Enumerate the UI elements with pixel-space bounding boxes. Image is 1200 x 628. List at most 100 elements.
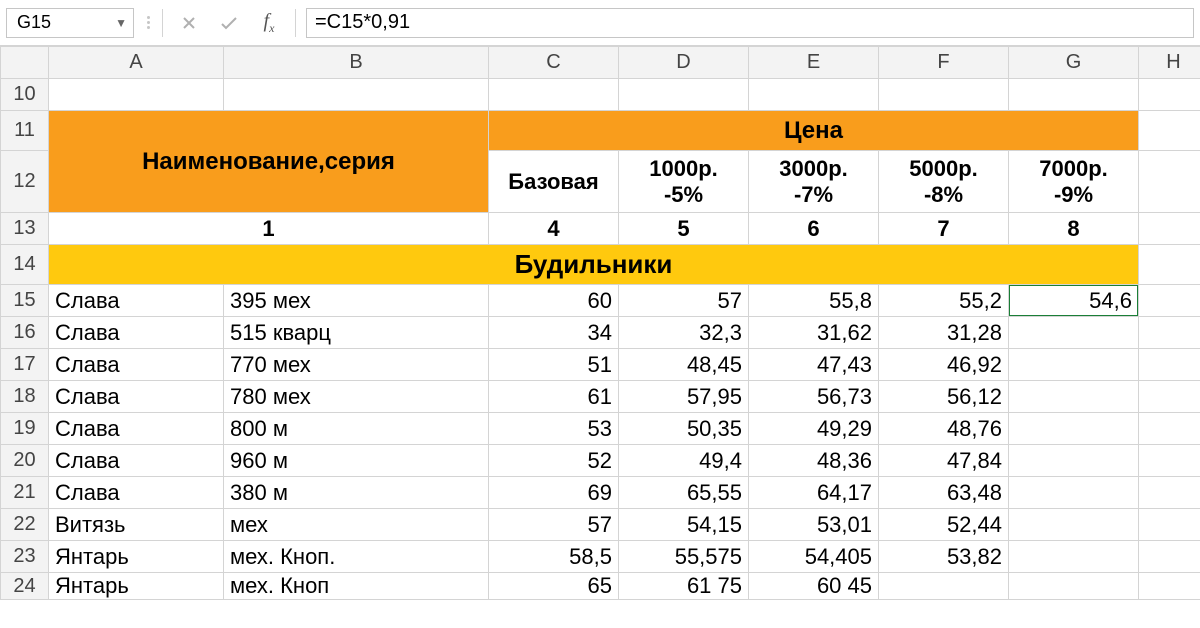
- cell[interactable]: [1009, 477, 1139, 509]
- header-num-5[interactable]: 5: [619, 213, 749, 245]
- row-header[interactable]: 20: [1, 445, 49, 477]
- row-header[interactable]: 16: [1, 317, 49, 349]
- col-header-F[interactable]: F: [879, 47, 1009, 79]
- cell[interactable]: 58,5: [489, 541, 619, 573]
- cell[interactable]: 60: [489, 285, 619, 317]
- cell[interactable]: 34: [489, 317, 619, 349]
- cell[interactable]: 48,36: [749, 445, 879, 477]
- row-header[interactable]: 24: [1, 573, 49, 600]
- cell[interactable]: 55,575: [619, 541, 749, 573]
- cell[interactable]: 31,28: [879, 317, 1009, 349]
- cell[interactable]: 64,17: [749, 477, 879, 509]
- row-header[interactable]: 23: [1, 541, 49, 573]
- cell[interactable]: [1009, 509, 1139, 541]
- header-discount-1[interactable]: 1000р.-5%: [619, 151, 749, 213]
- cell[interactable]: [1139, 573, 1200, 600]
- cell[interactable]: [1009, 317, 1139, 349]
- cell[interactable]: [1139, 381, 1200, 413]
- cell[interactable]: [879, 573, 1009, 600]
- cell[interactable]: [1009, 541, 1139, 573]
- cell[interactable]: 57: [489, 509, 619, 541]
- cell[interactable]: 63,48: [879, 477, 1009, 509]
- cell[interactable]: Слава: [49, 285, 224, 317]
- cell[interactable]: [1139, 477, 1200, 509]
- cell[interactable]: 49,29: [749, 413, 879, 445]
- cell[interactable]: [749, 79, 879, 111]
- row-header[interactable]: 14: [1, 245, 49, 285]
- cell[interactable]: 51: [489, 349, 619, 381]
- cell[interactable]: 57,95: [619, 381, 749, 413]
- cell[interactable]: 53,01: [749, 509, 879, 541]
- cell[interactable]: 56,73: [749, 381, 879, 413]
- cell[interactable]: [879, 79, 1009, 111]
- cell[interactable]: Витязь: [49, 509, 224, 541]
- col-header-G[interactable]: G: [1009, 47, 1139, 79]
- cell[interactable]: 515 кварц: [224, 317, 489, 349]
- cell[interactable]: 32,3: [619, 317, 749, 349]
- cell[interactable]: 54,15: [619, 509, 749, 541]
- cell[interactable]: 47,43: [749, 349, 879, 381]
- cell[interactable]: Слава: [49, 413, 224, 445]
- header-discount-2[interactable]: 3000р.-7%: [749, 151, 879, 213]
- cell[interactable]: [1009, 349, 1139, 381]
- name-box[interactable]: G15 ▼: [6, 8, 134, 38]
- row-header[interactable]: 19: [1, 413, 49, 445]
- cell[interactable]: 46,92: [879, 349, 1009, 381]
- cell[interactable]: Слава: [49, 477, 224, 509]
- cell[interactable]: мех. Кноп.: [224, 541, 489, 573]
- header-base[interactable]: Базовая: [489, 151, 619, 213]
- row-header[interactable]: 22: [1, 509, 49, 541]
- cell[interactable]: 395 мех: [224, 285, 489, 317]
- cell[interactable]: [1009, 381, 1139, 413]
- header-name-series[interactable]: Наименование,серия: [49, 111, 489, 213]
- header-num-7[interactable]: 7: [879, 213, 1009, 245]
- header-price[interactable]: Цена: [489, 111, 1139, 151]
- cell[interactable]: [1139, 349, 1200, 381]
- cell[interactable]: 61: [489, 381, 619, 413]
- cell[interactable]: 57: [619, 285, 749, 317]
- cell[interactable]: [1009, 445, 1139, 477]
- header-num-8[interactable]: 8: [1009, 213, 1139, 245]
- cell[interactable]: [1139, 151, 1200, 213]
- cell[interactable]: [1139, 541, 1200, 573]
- cell[interactable]: 61 75: [619, 573, 749, 600]
- row-header[interactable]: 15: [1, 285, 49, 317]
- cell[interactable]: мех: [224, 509, 489, 541]
- header-num-6[interactable]: 6: [749, 213, 879, 245]
- cell[interactable]: 52: [489, 445, 619, 477]
- col-header-B[interactable]: B: [224, 47, 489, 79]
- header-num-4[interactable]: 4: [489, 213, 619, 245]
- cell[interactable]: [1139, 509, 1200, 541]
- cell[interactable]: [49, 79, 224, 111]
- cell[interactable]: [1139, 79, 1200, 111]
- row-header[interactable]: 11: [1, 111, 49, 151]
- cell[interactable]: [1009, 79, 1139, 111]
- row-header[interactable]: 10: [1, 79, 49, 111]
- select-all-corner[interactable]: [1, 47, 49, 79]
- cell[interactable]: 55,8: [749, 285, 879, 317]
- header-discount-3[interactable]: 5000р.-8%: [879, 151, 1009, 213]
- row-header[interactable]: 18: [1, 381, 49, 413]
- cell[interactable]: 53: [489, 413, 619, 445]
- cell[interactable]: 54,405: [749, 541, 879, 573]
- section-header[interactable]: Будильники: [49, 245, 1139, 285]
- cell[interactable]: 48,45: [619, 349, 749, 381]
- cell[interactable]: 52,44: [879, 509, 1009, 541]
- cell[interactable]: [1139, 317, 1200, 349]
- row-header[interactable]: 13: [1, 213, 49, 245]
- cell[interactable]: 770 мех: [224, 349, 489, 381]
- cell[interactable]: [1139, 213, 1200, 245]
- cell[interactable]: Слава: [49, 317, 224, 349]
- cell[interactable]: [1139, 111, 1200, 151]
- cell[interactable]: [1009, 573, 1139, 600]
- cell[interactable]: Янтарь: [49, 541, 224, 573]
- cell[interactable]: 53,82: [879, 541, 1009, 573]
- spreadsheet-grid[interactable]: A B C D E F G H 10 11 Наименование,серия…: [0, 46, 1200, 600]
- row-header[interactable]: 12: [1, 151, 49, 213]
- cell[interactable]: Янтарь: [49, 573, 224, 600]
- col-header-C[interactable]: C: [489, 47, 619, 79]
- cell[interactable]: 65: [489, 573, 619, 600]
- col-header-A[interactable]: A: [49, 47, 224, 79]
- enter-button[interactable]: [213, 9, 245, 37]
- cell[interactable]: 49,4: [619, 445, 749, 477]
